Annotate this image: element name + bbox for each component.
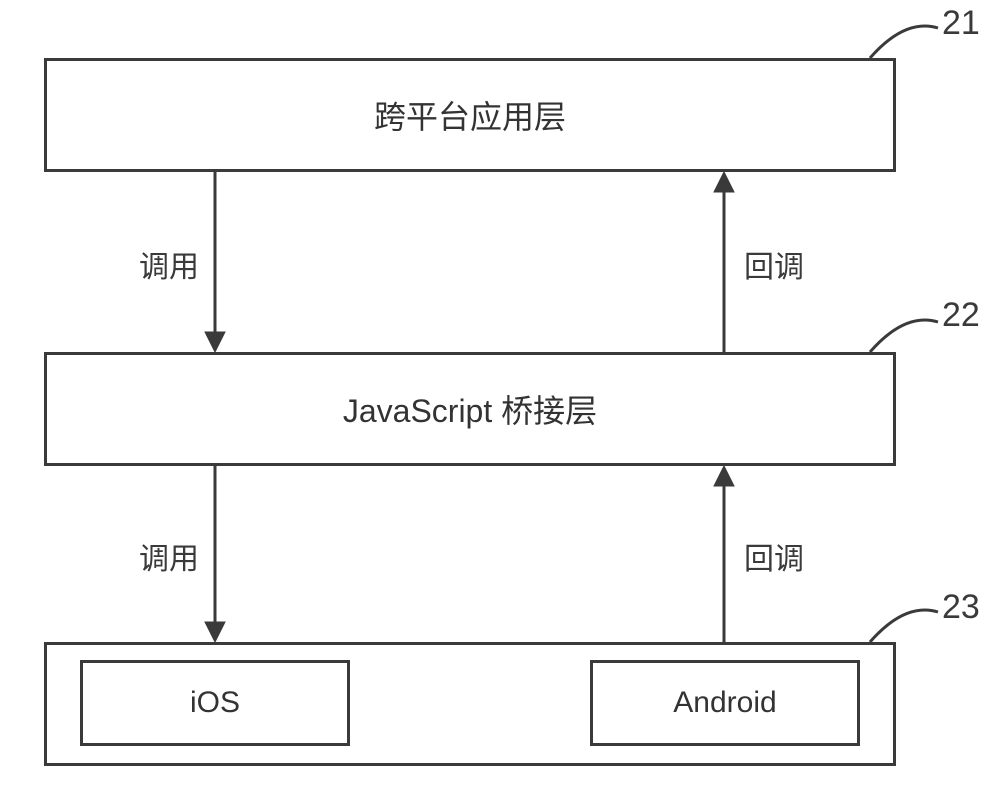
diagram-canvas: 跨平台应用层 JavaScript 桥接层 iOS Android 调用 回调 … (0, 0, 1000, 794)
ref-23: 23 (942, 588, 980, 627)
leader-23 (0, 0, 1000, 794)
